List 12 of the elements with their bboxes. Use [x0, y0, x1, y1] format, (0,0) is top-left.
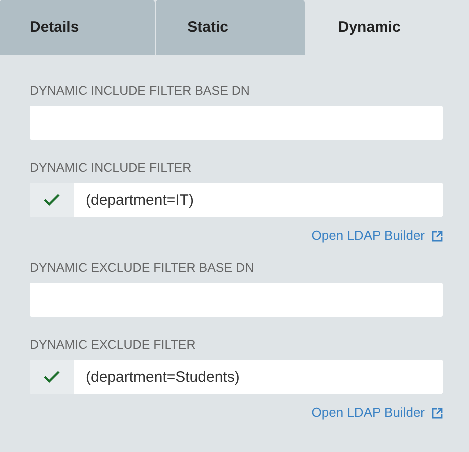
tab[interactable]: Static — [156, 0, 306, 55]
external-link-icon — [432, 408, 443, 418]
field-label: DYNAMIC INCLUDE FILTER BASE DN — [30, 83, 251, 99]
field-label: DYNAMIC EXCLUDE FILTER — [30, 337, 197, 353]
input-field[interactable]: (department=IT) — [30, 183, 443, 217]
field-label: DYNAMIC INCLUDE FILTER — [30, 160, 193, 176]
field-label: DYNAMIC EXCLUDE FILTER BASE DN — [30, 260, 256, 276]
input-field[interactable]: (department=Students) — [30, 360, 443, 394]
tab[interactable]: Details — [0, 0, 155, 55]
input-field[interactable] — [30, 283, 443, 317]
external-link-icon — [432, 230, 443, 242]
input-field[interactable] — [30, 106, 443, 140]
